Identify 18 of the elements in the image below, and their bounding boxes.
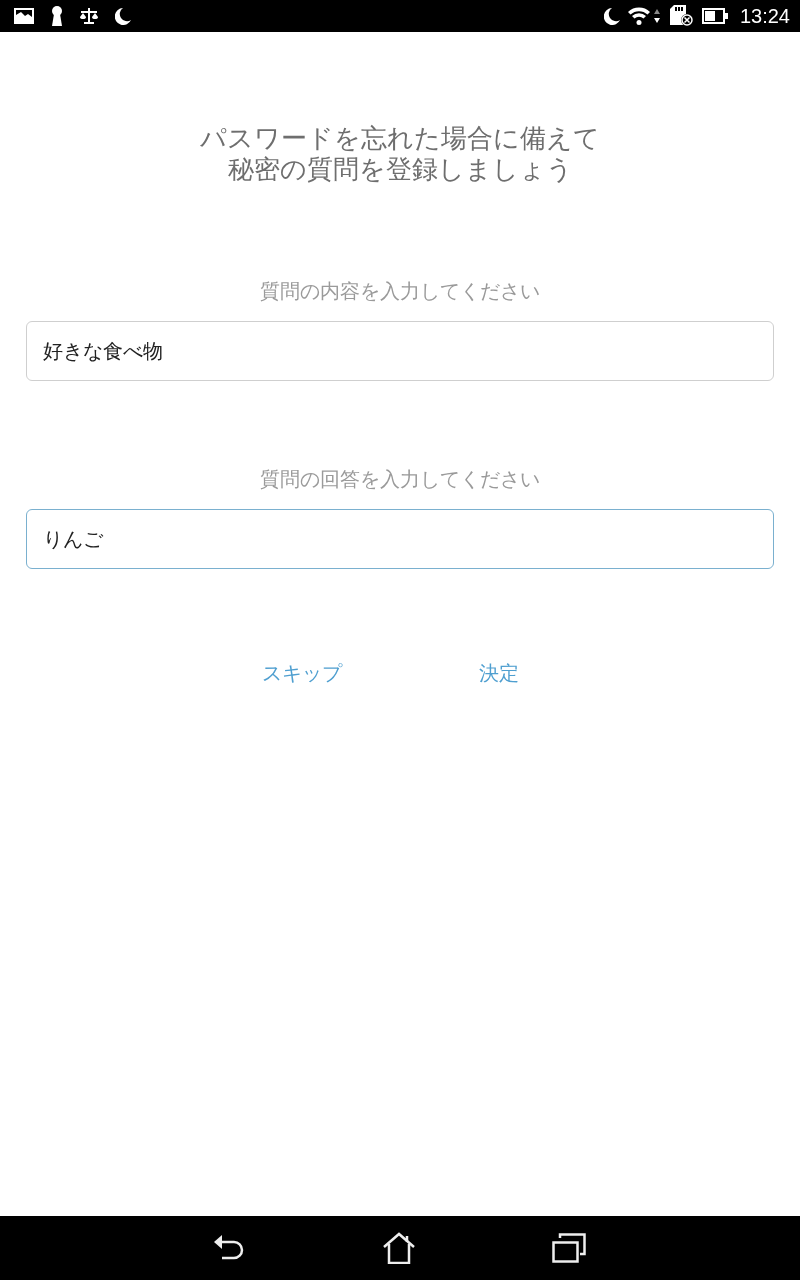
heading-line: 秘密の質問を登録しましょう	[227, 154, 573, 185]
moon-icon	[115, 7, 131, 25]
input-field[interactable]: りんご	[26, 509, 774, 569]
image-icon	[14, 8, 34, 24]
keyhole-icon	[51, 6, 63, 26]
battery-icon	[701, 8, 728, 24]
heading-line: パスワードを忘れた場合に備えて	[200, 123, 600, 154]
input-field[interactable]: 好きな食べ物	[26, 321, 774, 381]
sd-card-icon	[669, 5, 694, 27]
wifi-icon	[627, 7, 662, 25]
field-label: 質問の内容を入力してください	[260, 278, 540, 304]
home-icon[interactable]	[382, 1232, 416, 1264]
recent-apps-icon[interactable]	[552, 1233, 586, 1263]
status-time: 13:24	[739, 4, 790, 28]
moon-icon	[603, 7, 620, 25]
field-label: 質問の回答を入力してください	[260, 466, 540, 492]
back-icon[interactable]	[214, 1234, 246, 1262]
scales-icon	[80, 8, 98, 24]
